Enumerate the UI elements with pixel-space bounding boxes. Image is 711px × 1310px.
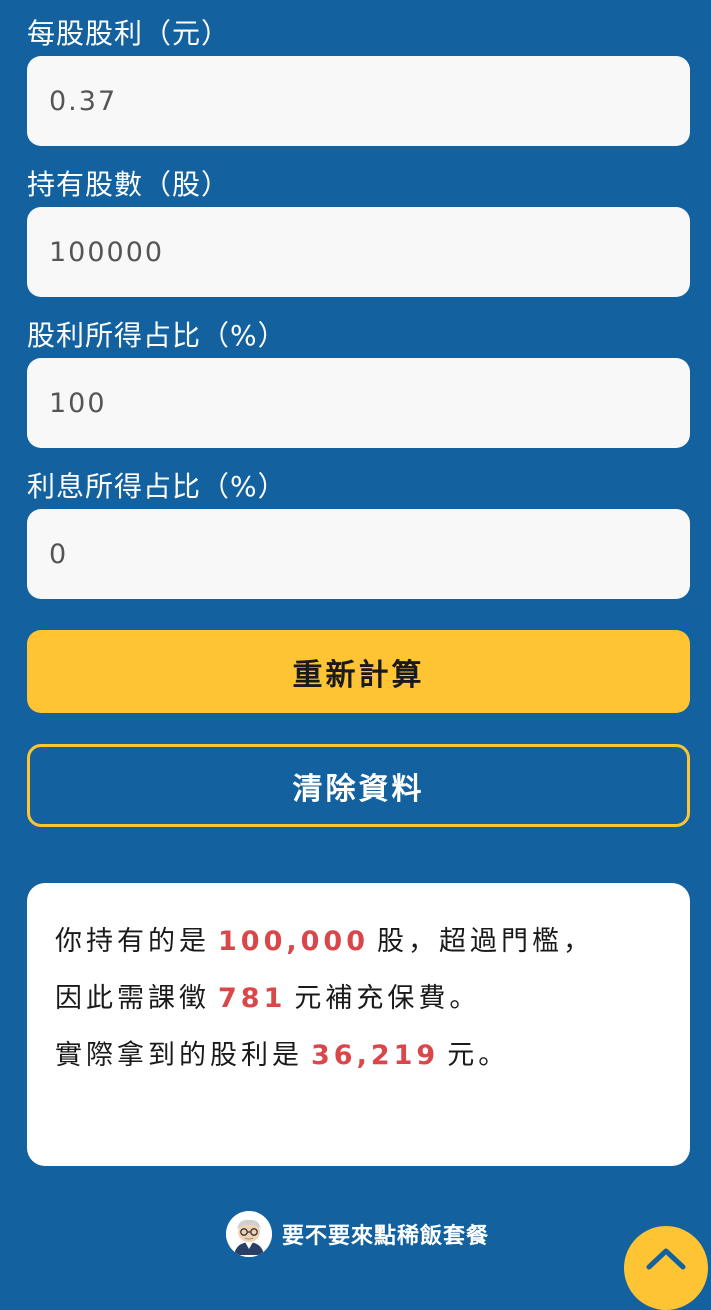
shares-held-input[interactable]: [27, 207, 690, 297]
footer-link-text: 要不要來點稀飯套餐: [282, 1224, 490, 1249]
dividend-income-ratio-input[interactable]: [27, 358, 690, 448]
chevron-up-icon: [646, 1248, 686, 1270]
result-text: 股，超過門檻，: [376, 926, 594, 957]
result-text: 實際拿到的股利是: [55, 1040, 303, 1071]
mascot-avatar-icon: [226, 1211, 272, 1257]
interest-income-ratio-label: 利息所得占比（%）: [27, 470, 287, 503]
dividend-per-share-input[interactable]: [27, 56, 690, 146]
result-line-shares: 你持有的是 100,000 股，超過門檻，: [55, 913, 662, 970]
actual-dividend-value: 36,219: [311, 1040, 440, 1071]
scroll-to-top-button[interactable]: [624, 1226, 708, 1310]
dividend-per-share-label: 每股股利（元）: [27, 17, 231, 50]
result-line-actual-dividend: 實際拿到的股利是 36,219 元。: [55, 1027, 662, 1084]
recalculate-button[interactable]: 重新計算: [27, 630, 690, 713]
result-text: 元。: [447, 1040, 510, 1071]
result-text: 因此需課徵: [55, 983, 210, 1014]
clear-data-button[interactable]: 清除資料: [27, 744, 690, 827]
result-card: 你持有的是 100,000 股，超過門檻， 因此需課徵 781 元補充保費。 實際拿到的…: [27, 883, 690, 1166]
footer-link[interactable]: 要不要來點稀飯套餐: [226, 1211, 489, 1257]
interest-income-ratio-input[interactable]: [27, 509, 690, 599]
dividend-income-ratio-label: 股利所得占比（%）: [27, 319, 287, 352]
shares-value: 100,000: [218, 926, 369, 957]
result-text: 元補充保費。: [294, 983, 481, 1014]
result-line-premium: 因此需課徵 781 元補充保費。: [55, 970, 662, 1027]
shares-held-label: 持有股數（股）: [27, 168, 231, 201]
result-text: 你持有的是: [55, 926, 210, 957]
premium-value: 781: [218, 983, 287, 1014]
